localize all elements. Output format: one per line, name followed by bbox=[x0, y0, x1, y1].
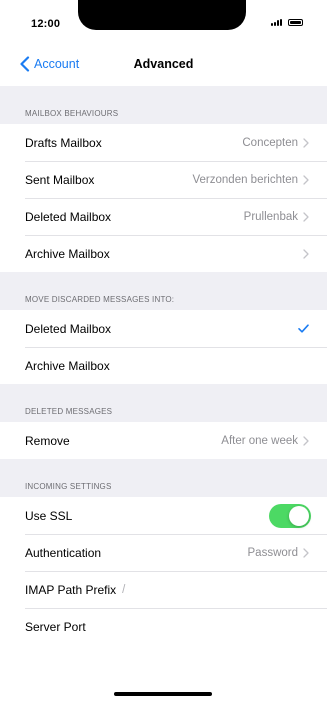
remove-row[interactable]: Remove After one week bbox=[0, 422, 327, 459]
device-notch bbox=[78, 0, 246, 30]
chevron-right-icon bbox=[303, 174, 309, 185]
row-value: Password bbox=[247, 546, 299, 559]
row-label: Use SSL bbox=[25, 508, 73, 523]
imap-path-prefix-row[interactable]: IMAP Path Prefix / bbox=[0, 571, 327, 608]
row-label: Server Port bbox=[25, 619, 86, 634]
deleted-messages-group: Remove After one week bbox=[0, 422, 327, 459]
row-label: IMAP Path Prefix bbox=[25, 582, 117, 597]
server-port-row[interactable]: Server Port bbox=[0, 608, 327, 645]
row-value: Verzonden berichten bbox=[192, 173, 299, 186]
archive-mailbox-row[interactable]: Archive Mailbox bbox=[0, 235, 327, 272]
toggle-knob bbox=[289, 505, 309, 526]
incoming-settings-group: Use SSL Authentication Password IMAP Pat… bbox=[0, 497, 327, 645]
row-value: Concepten bbox=[242, 136, 298, 149]
row-label: Drafts Mailbox bbox=[25, 135, 102, 150]
row-label: Authentication bbox=[25, 545, 102, 560]
section-header-incoming-settings: INCOMING SETTINGS bbox=[0, 459, 327, 497]
battery-icon bbox=[288, 19, 303, 26]
row-label: Deleted Mailbox bbox=[25, 209, 112, 224]
row-label: Deleted Mailbox bbox=[25, 321, 112, 336]
chevron-right-icon bbox=[303, 137, 309, 148]
row-value: Prullenbak bbox=[243, 210, 298, 223]
phone-screen: 12:00 Account Advanced MAILBOX BEHAVIOUR… bbox=[0, 0, 327, 702]
row-label: Archive Mailbox bbox=[25, 358, 110, 373]
row-value: After one week bbox=[221, 434, 298, 447]
use-ssl-toggle[interactable] bbox=[269, 503, 311, 528]
row-label: Archive Mailbox bbox=[25, 246, 110, 261]
chevron-right-icon bbox=[303, 547, 309, 558]
page-title: Advanced bbox=[133, 57, 194, 71]
authentication-row[interactable]: Authentication Password bbox=[0, 534, 327, 571]
sent-mailbox-row[interactable]: Sent Mailbox Verzonden berichten bbox=[0, 161, 327, 198]
status-time: 12:00 bbox=[31, 18, 61, 30]
row-label: Sent Mailbox bbox=[25, 172, 95, 187]
navigation-bar: Account Advanced bbox=[0, 44, 327, 86]
chevron-right-icon bbox=[303, 211, 309, 222]
status-bar: 12:00 bbox=[0, 0, 327, 44]
checkmark-icon bbox=[298, 324, 309, 333]
mailbox-behaviours-group: Drafts Mailbox Concepten Sent Mailbox Ve… bbox=[0, 124, 327, 272]
deleted-mailbox-row[interactable]: Deleted Mailbox Prullenbak bbox=[0, 198, 327, 235]
section-header-mailbox-behaviours: MAILBOX BEHAVIOURS bbox=[0, 86, 327, 124]
discard-to-deleted-row[interactable]: Deleted Mailbox bbox=[0, 310, 327, 347]
signal-icon bbox=[271, 19, 282, 26]
drafts-mailbox-row[interactable]: Drafts Mailbox Concepten bbox=[0, 124, 327, 161]
section-header-move-discarded: MOVE DISCARDED MESSAGES INTO: bbox=[0, 272, 327, 310]
section-header-deleted-messages: DELETED MESSAGES bbox=[0, 384, 327, 422]
use-ssl-row: Use SSL bbox=[0, 497, 327, 534]
discard-to-archive-row[interactable]: Archive Mailbox bbox=[0, 347, 327, 384]
settings-list: MAILBOX BEHAVIOURS Drafts Mailbox Concep… bbox=[0, 86, 327, 645]
chevron-right-icon bbox=[303, 248, 309, 259]
chevron-right-icon bbox=[303, 435, 309, 446]
imap-path-prefix-input[interactable]: / bbox=[122, 584, 125, 596]
status-indicators bbox=[271, 19, 303, 26]
move-discarded-group: Deleted Mailbox Archive Mailbox bbox=[0, 310, 327, 384]
home-indicator[interactable] bbox=[114, 692, 212, 696]
row-label: Remove bbox=[25, 433, 70, 448]
